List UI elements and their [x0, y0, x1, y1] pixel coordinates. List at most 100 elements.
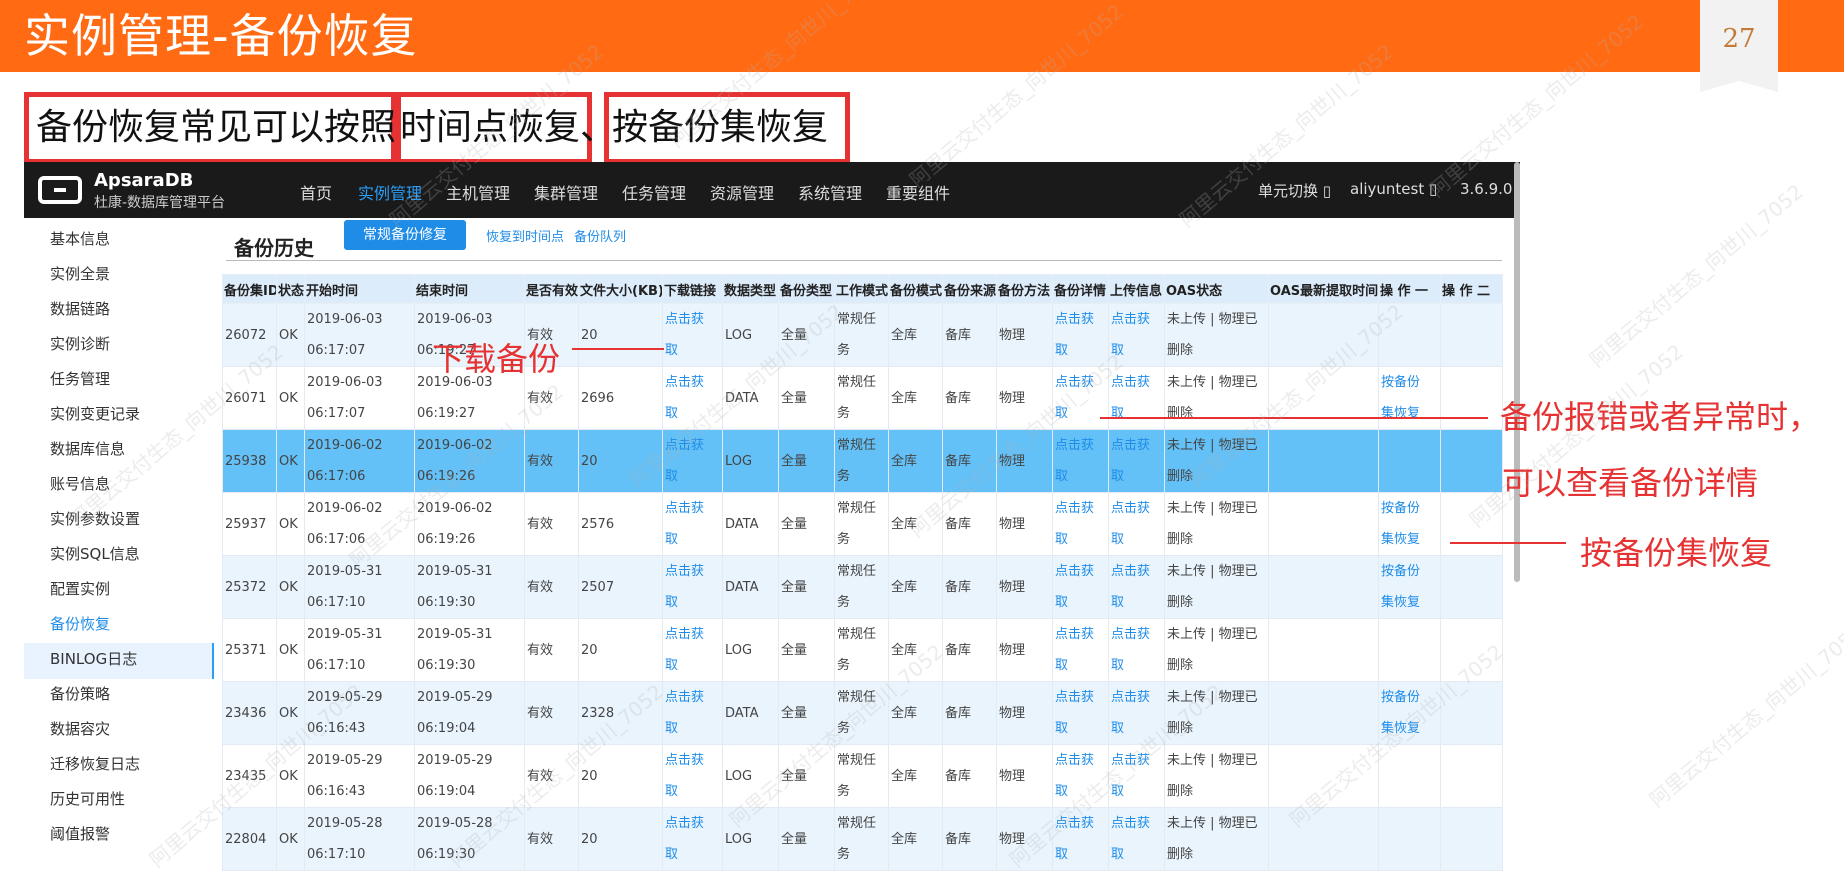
table-row[interactable]: 26071 OK 2019-06-03 06:17:07 2019-06-03 06:19… [222, 366, 1503, 430]
download-link[interactable]: 取 [665, 469, 678, 484]
sidebar-item-parameter-settings[interactable]: 实例参数设置 [50, 508, 140, 529]
nav-important-components[interactable]: 重要组件 [886, 180, 950, 204]
cell-backup-detail[interactable]: 点击获取 [1052, 303, 1109, 367]
table-row[interactable]: 23435 OK 2019-05-29 06:16:43 2019-05-29 06:19… [222, 744, 1503, 808]
cell-upload-info[interactable]: 点击获取 [1108, 807, 1165, 871]
cell-backup-detail[interactable]: 点击获取 [1052, 618, 1109, 682]
table-row[interactable]: 25372 OK 2019-05-31 06:17:10 2019-05-31 06:19… [222, 555, 1503, 619]
tab-backup-queue[interactable]: 备份队列 [574, 226, 626, 245]
cell-operation-1[interactable] [1378, 618, 1441, 682]
restore-by-backup-set-link[interactable]: 按备份 [1381, 501, 1420, 516]
table-row[interactable]: 26072 OK 2019-06-03 06:17:07 2019-06-03 06:19… [222, 303, 1503, 367]
cell-upload-info[interactable]: 点击获取 [1108, 681, 1165, 745]
cell-operation-1[interactable]: 按备份 集恢复 [1378, 555, 1441, 619]
cell-backup-detail[interactable]: 点击获取 [1052, 744, 1109, 808]
backup-detail-link[interactable]: 点击获 [1055, 438, 1094, 453]
download-link[interactable]: 点击获 [665, 501, 704, 516]
cell-operation-1[interactable] [1378, 429, 1441, 493]
download-link[interactable]: 点击获 [665, 564, 704, 579]
table-row[interactable]: 22804 OK 2019-05-28 06:17:10 2019-05-28 06:19… [222, 807, 1503, 871]
upload-info-link[interactable]: 点击获 [1111, 564, 1150, 579]
cell-upload-info[interactable]: 点击获取 [1108, 429, 1165, 493]
nav-home[interactable]: 首页 [300, 180, 332, 204]
table-row[interactable]: 23436 OK 2019-05-29 06:16:43 2019-05-29 06:19… [222, 681, 1503, 745]
sidebar-item-change-log[interactable]: 实例变更记录 [50, 403, 140, 424]
cell-upload-info[interactable]: 点击获取 [1108, 366, 1165, 430]
sidebar-item-data-link[interactable]: 数据链路 [50, 298, 110, 319]
cell-backup-detail[interactable]: 点击获取 [1052, 555, 1109, 619]
backup-detail-link[interactable]: 取 [1055, 847, 1068, 862]
cell-download-link[interactable]: 点击获取 [662, 492, 723, 556]
nav-cluster-management[interactable]: 集群管理 [534, 180, 598, 204]
user-menu[interactable]: aliyuntest ▯ [1350, 180, 1437, 198]
download-link[interactable]: 点击获 [665, 816, 704, 831]
upload-info-link[interactable]: 取 [1111, 343, 1124, 358]
sidebar-item-task-management[interactable]: 任务管理 [50, 368, 110, 389]
backup-detail-link[interactable]: 取 [1055, 532, 1068, 547]
cell-download-link[interactable]: 点击获取 [662, 744, 723, 808]
upload-info-link[interactable]: 点击获 [1111, 753, 1150, 768]
scrollbar[interactable] [1514, 162, 1520, 582]
cell-upload-info[interactable]: 点击获取 [1108, 492, 1165, 556]
sidebar-item-backup-restore[interactable]: 备份恢复 [50, 613, 110, 634]
backup-detail-link[interactable]: 点击获 [1055, 501, 1094, 516]
sidebar-item-instance-overview[interactable]: 实例全景 [50, 263, 110, 284]
download-link[interactable]: 点击获 [665, 753, 704, 768]
cell-operation-1[interactable]: 按备份 集恢复 [1378, 366, 1441, 430]
cell-download-link[interactable]: 点击获取 [662, 681, 723, 745]
upload-info-link[interactable]: 点击获 [1111, 627, 1150, 642]
sidebar-item-basic-info[interactable]: 基本信息 [50, 228, 110, 249]
sidebar-item-backup-policy[interactable]: 备份策略 [50, 683, 110, 704]
cell-backup-detail[interactable]: 点击获取 [1052, 429, 1109, 493]
cell-operation-1[interactable] [1378, 807, 1441, 871]
backup-detail-link[interactable]: 取 [1055, 784, 1068, 799]
cell-backup-detail[interactable]: 点击获取 [1052, 366, 1109, 430]
upload-info-link[interactable]: 取 [1111, 532, 1124, 547]
download-link[interactable]: 点击获 [665, 627, 704, 642]
cell-backup-detail[interactable]: 点击获取 [1052, 492, 1109, 556]
sidebar-item-migration-log[interactable]: 迁移恢复日志 [50, 753, 140, 774]
backup-detail-link[interactable]: 点击获 [1055, 816, 1094, 831]
cell-download-link[interactable]: 点击获取 [662, 807, 723, 871]
upload-info-link[interactable]: 点击获 [1111, 816, 1150, 831]
nav-task-management[interactable]: 任务管理 [622, 180, 686, 204]
backup-detail-link[interactable]: 点击获 [1055, 312, 1094, 327]
unit-switch-menu[interactable]: 单元切换 ▯ [1258, 180, 1331, 201]
download-link[interactable]: 点击获 [665, 438, 704, 453]
backup-detail-link[interactable]: 点击获 [1055, 690, 1094, 705]
download-link[interactable]: 取 [665, 784, 678, 799]
download-link[interactable]: 取 [665, 658, 678, 673]
cell-backup-detail[interactable]: 点击获取 [1052, 807, 1109, 871]
restore-by-backup-set-link[interactable]: 集恢复 [1381, 532, 1420, 547]
restore-by-backup-set-link[interactable]: 集恢复 [1381, 595, 1420, 610]
upload-info-link[interactable]: 取 [1111, 721, 1124, 736]
sidebar-item-sql-info[interactable]: 实例SQL信息 [50, 543, 140, 564]
cell-download-link[interactable]: 点击获取 [662, 303, 723, 367]
upload-info-link[interactable]: 取 [1111, 658, 1124, 673]
upload-info-link[interactable]: 取 [1111, 847, 1124, 862]
download-link[interactable]: 取 [665, 406, 678, 421]
backup-detail-link[interactable]: 取 [1055, 343, 1068, 358]
restore-by-backup-set-link[interactable]: 按备份 [1381, 375, 1420, 390]
restore-by-backup-set-link[interactable]: 按备份 [1381, 690, 1420, 705]
backup-detail-link[interactable]: 点击获 [1055, 753, 1094, 768]
table-row[interactable]: 25938 OK 2019-06-02 06:17:06 2019-06-02 06:19… [222, 429, 1503, 493]
download-link[interactable]: 取 [665, 343, 678, 358]
download-link[interactable]: 点击获 [665, 375, 704, 390]
cell-operation-1[interactable]: 按备份 集恢复 [1378, 681, 1441, 745]
backup-detail-link[interactable]: 取 [1055, 406, 1068, 421]
cell-upload-info[interactable]: 点击获取 [1108, 555, 1165, 619]
cell-operation-1[interactable] [1378, 303, 1441, 367]
backup-detail-link[interactable]: 点击获 [1055, 627, 1094, 642]
cell-upload-info[interactable]: 点击获取 [1108, 744, 1165, 808]
cell-upload-info[interactable]: 点击获取 [1108, 303, 1165, 367]
cell-download-link[interactable]: 点击获取 [662, 366, 723, 430]
upload-info-link[interactable]: 取 [1111, 595, 1124, 610]
nav-system-management[interactable]: 系统管理 [798, 180, 862, 204]
tab-regular-backup-restore[interactable]: 常规备份修复 [344, 220, 466, 250]
download-link[interactable]: 取 [665, 595, 678, 610]
cell-download-link[interactable]: 点击获取 [662, 429, 723, 493]
sidebar-item-threshold-alarm[interactable]: 阈值报警 [50, 823, 110, 844]
download-link[interactable]: 取 [665, 721, 678, 736]
download-link[interactable]: 取 [665, 847, 678, 862]
